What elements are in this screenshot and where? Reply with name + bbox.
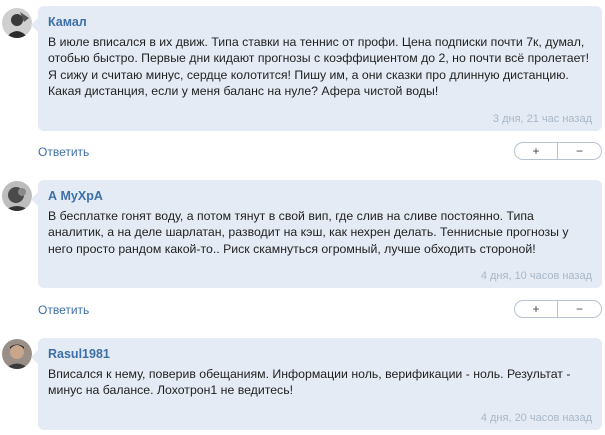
avatar[interactable] bbox=[2, 8, 32, 38]
comment-bubble: А МуХрА В бесплатке гонят воду, а потом … bbox=[31, 180, 602, 288]
upvote-button[interactable]: + bbox=[514, 300, 558, 318]
reply-link[interactable]: Ответить bbox=[38, 303, 89, 317]
comment-author[interactable]: А МуХрА bbox=[48, 188, 592, 206]
downvote-button[interactable]: − bbox=[558, 300, 602, 318]
comment-text: Вписался к нему, поверив обещаниям. Инфо… bbox=[48, 367, 571, 398]
comment-bubble: Rasul1981 Вписался к нему, поверив обеща… bbox=[31, 338, 602, 430]
avatar[interactable] bbox=[2, 181, 32, 211]
comment-text: В бесплатке гонят воду, а потом тянут в … bbox=[48, 209, 569, 256]
comment-actions: Ответить 0 + − bbox=[38, 300, 602, 320]
downvote-button[interactable]: − bbox=[558, 142, 602, 160]
comment-timestamp: 4 дня, 10 часов назад bbox=[480, 270, 592, 282]
comment-bubble: Камал В июле вписался в их движ. Типа ст… bbox=[31, 6, 602, 131]
comment-actions: Ответить 0 + − bbox=[38, 142, 602, 162]
avatar[interactable] bbox=[2, 339, 32, 369]
reply-link[interactable]: Ответить bbox=[38, 145, 89, 159]
comment-author[interactable]: Rasul1981 bbox=[48, 346, 592, 364]
comment-timestamp: 3 дня, 21 час назад bbox=[492, 113, 592, 125]
upvote-button[interactable]: + bbox=[514, 142, 558, 160]
comment-author[interactable]: Камал bbox=[48, 14, 592, 32]
comment-text: В июле вписался в их движ. Типа ставки н… bbox=[48, 35, 590, 98]
comment-timestamp: 4 дня, 20 часов назад bbox=[480, 412, 592, 424]
